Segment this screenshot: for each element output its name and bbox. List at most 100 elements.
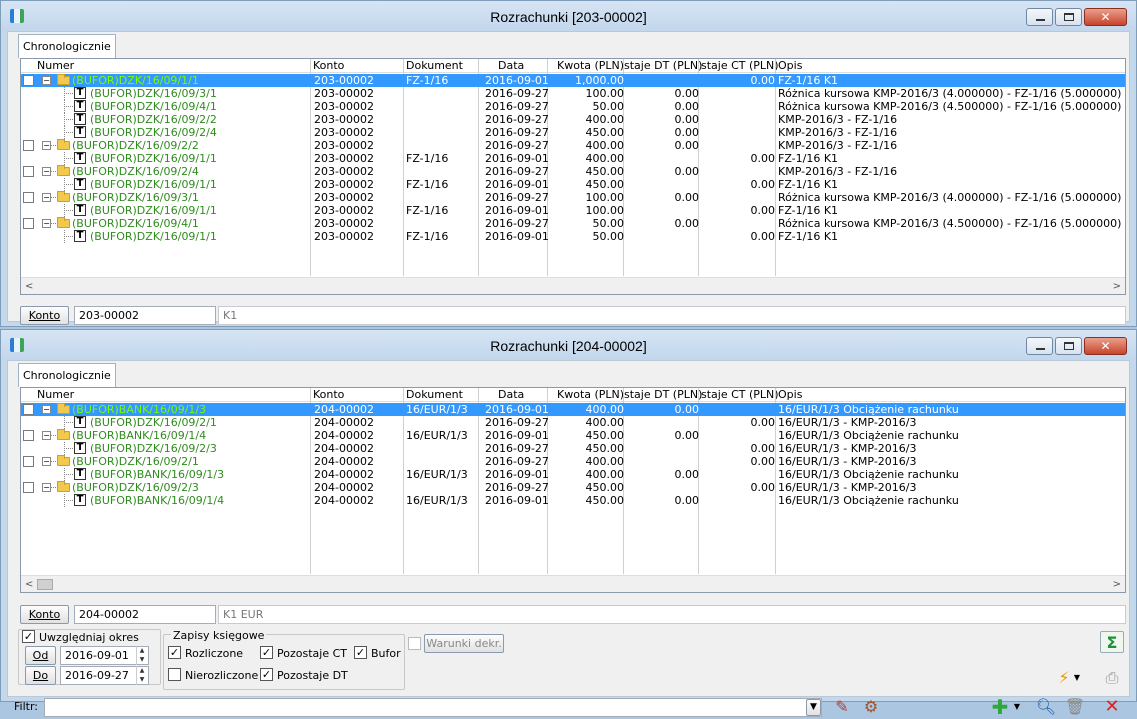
pozostaje-dt-checkbox[interactable]: ✓ [260,668,273,681]
title-bar[interactable]: Rozrachunki [204-00002] ✕ [1,330,1136,360]
col-data[interactable]: Data [498,388,524,401]
rozrachunki-grid[interactable]: Numer Konto Dokument Data Kwota (PLN) st… [20,58,1126,295]
col-ct[interactable]: staje CT (PLN) [701,388,779,401]
delete-button[interactable]: 🗑︎ [1063,696,1087,718]
collapse-icon[interactable]: − [42,405,51,414]
table-row[interactable]: − (BUFOR)DZK/16/09/2/1 204-00002 2016-09-27… [21,455,1125,468]
table-row[interactable]: − (BUFOR)DZK/16/09/3/1 203-00002 2016-09-27… [21,191,1125,204]
scroll-left-icon[interactable]: < [25,579,33,590]
col-ct[interactable]: staje CT (PLN) [701,59,779,72]
collapse-icon[interactable]: − [42,193,51,202]
title-bar[interactable]: Rozrachunki [203-00002] ✕ [1,1,1136,31]
table-row[interactable]: T (BUFOR)BANK/16/09/1/4 204-00002 16/EUR/1/… [21,494,1125,507]
scroll-right-icon[interactable]: > [1113,281,1121,292]
sum-button[interactable]: Σ [1100,631,1124,653]
warunki-dekr-button[interactable]: Warunki dekr. [424,634,504,653]
filtr-dropdown-button[interactable]: ▼ [806,699,821,716]
bufor-checkbox[interactable]: ✓ [354,646,367,659]
rozrachunki-grid[interactable]: Numer Konto Dokument Data Kwota (PLN) st… [20,387,1126,593]
row-checkbox[interactable] [23,456,34,467]
col-dokument[interactable]: Dokument [406,388,463,401]
filter-construct-button[interactable]: ⚙ [859,696,883,718]
row-checkbox[interactable] [23,140,34,151]
add-button[interactable]: ✚ [988,696,1012,718]
table-row[interactable]: T (BUFOR)BANK/16/09/1/3 204-00002 16/EUR/1/… [21,468,1125,481]
collapse-icon[interactable]: − [42,457,51,466]
table-row[interactable]: T (BUFOR)DZK/16/09/1/1 203-00002 FZ-1/16 201… [21,204,1125,217]
col-numer[interactable]: Numer [37,59,74,72]
table-row[interactable]: T (BUFOR)DZK/16/09/1/1 203-00002 FZ-1/16 201… [21,152,1125,165]
col-data[interactable]: Data [498,59,524,72]
filtr-input[interactable] [44,698,822,717]
od-button[interactable]: Od [25,646,56,665]
konto-button[interactable]: Konto [20,605,69,624]
row-checkbox[interactable] [23,166,34,177]
konto-input[interactable]: 203-00002 [74,306,216,325]
col-konto[interactable]: Konto [313,388,344,401]
col-numer[interactable]: Numer [37,388,74,401]
row-checkbox[interactable] [23,192,34,203]
table-row[interactable]: − (BUFOR)BANK/16/09/1/4 204-00002 16/EUR/1/… [21,429,1125,442]
minimize-button[interactable] [1026,337,1053,355]
do-button[interactable]: Do [25,666,56,685]
add-dropdown[interactable]: ▼ [1012,696,1022,718]
col-opis[interactable]: Opis [778,388,802,401]
col-kwota[interactable]: Kwota (PLN) [557,388,624,401]
col-dt[interactable]: staje DT (PLN) [624,59,702,72]
table-row[interactable]: T (BUFOR)DZK/16/09/1/1 203-00002 FZ-1/16 201… [21,178,1125,191]
search-button[interactable]: 🔍︎ [1034,696,1058,718]
print-button[interactable]: ⎙ [1100,667,1124,689]
uwzgledniaj-okres-checkbox[interactable]: ✓ [22,630,35,643]
clear-filter-button[interactable]: ✎ [830,696,854,718]
tab-chronologicznie[interactable]: Chronologicznie [18,363,116,387]
close-button[interactable]: ✕ [1084,337,1127,355]
maximize-button[interactable] [1055,337,1082,355]
collapse-icon[interactable]: − [42,76,51,85]
scroll-thumb[interactable] [37,579,53,590]
row-checkbox[interactable] [23,430,34,441]
tab-chronologicznie[interactable]: Chronologicznie [18,34,116,58]
col-kwota[interactable]: Kwota (PLN) [557,59,624,72]
row-checkbox[interactable] [23,482,34,493]
table-row[interactable]: − (BUFOR)DZK/16/09/2/3 204-00002 2016-09-27… [21,481,1125,494]
table-row[interactable]: − (BUFOR)DZK/16/09/4/1 203-00002 2016-09-27… [21,217,1125,230]
col-konto[interactable]: Konto [313,59,344,72]
row-checkbox[interactable] [23,404,34,415]
konto-input[interactable]: 204-00002 [74,605,216,624]
table-row[interactable]: T (BUFOR)DZK/16/09/2/2 203-00002 2016-09-27… [21,113,1125,126]
collapse-icon[interactable]: − [42,141,51,150]
maximize-button[interactable] [1055,8,1082,26]
od-spinner[interactable]: ▲ ▼ [136,646,147,665]
close-button[interactable]: ✕ [1084,8,1127,26]
col-dt[interactable]: staje DT (PLN) [624,388,702,401]
table-row[interactable]: − (BUFOR)DZK/16/09/2/2 203-00002 2016-09-27… [21,139,1125,152]
table-row[interactable]: T (BUFOR)DZK/16/09/2/3 204-00002 2016-09-27… [21,442,1125,455]
rozliczone-checkbox[interactable]: ✓ [168,646,181,659]
scroll-left-icon[interactable]: < [25,281,33,292]
scroll-right-icon[interactable]: > [1113,579,1121,590]
minimize-button[interactable] [1026,8,1053,26]
do-spinner[interactable]: ▲ ▼ [136,666,147,685]
lightning-dropdown[interactable]: ▼ [1072,667,1082,689]
collapse-icon[interactable]: − [42,167,51,176]
konto-button[interactable]: Konto [20,306,69,325]
table-row[interactable]: − (BUFOR)DZK/16/09/2/4 203-00002 2016-09-27… [21,165,1125,178]
table-row[interactable]: T (BUFOR)DZK/16/09/2/1 204-00002 2016-09-27… [21,416,1125,429]
close-window-button[interactable]: ✕ [1100,696,1124,718]
table-row[interactable]: − (BUFOR)DZK/16/09/1/1 203-00002 FZ-1/16 201… [21,74,1125,87]
collapse-icon[interactable]: − [42,483,51,492]
collapse-icon[interactable]: − [42,219,51,228]
horizontal-scrollbar[interactable]: < > [21,575,1125,592]
table-row[interactable]: T (BUFOR)DZK/16/09/3/1 203-00002 2016-09-27… [21,87,1125,100]
collapse-icon[interactable]: − [42,431,51,440]
table-row[interactable]: − (BUFOR)BANK/16/09/1/3 204-00002 16/EUR/1/… [21,403,1125,416]
horizontal-scrollbar[interactable]: < > [21,277,1125,294]
table-row[interactable]: T (BUFOR)DZK/16/09/1/1 203-00002 FZ-1/16 201… [21,230,1125,243]
pozostaje-ct-checkbox[interactable]: ✓ [260,646,273,659]
table-row[interactable]: T (BUFOR)DZK/16/09/2/4 203-00002 2016-09-27… [21,126,1125,139]
nierozliczone-checkbox[interactable] [168,668,181,681]
col-dokument[interactable]: Dokument [406,59,463,72]
row-checkbox[interactable] [23,218,34,229]
col-opis[interactable]: Opis [778,59,802,72]
row-checkbox[interactable] [23,75,34,86]
